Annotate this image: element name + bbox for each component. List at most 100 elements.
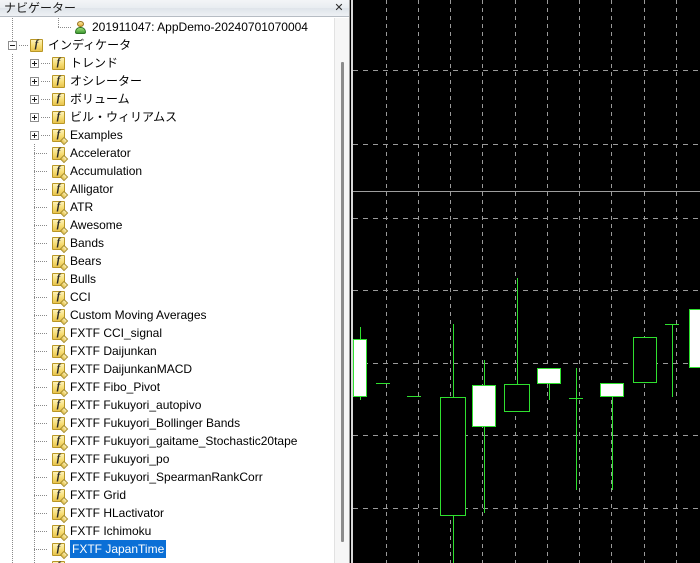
tree-item-indicator[interactable]: FXTF Fibo_Pivot xyxy=(0,378,335,396)
tree-item-indicator[interactable]: FXTF Fukuyori_po xyxy=(0,450,335,468)
tree-connector-vertical xyxy=(12,432,13,450)
expand-icon[interactable] xyxy=(30,95,39,104)
candle-body xyxy=(689,309,700,368)
user-account-icon xyxy=(74,21,87,34)
price-level-line xyxy=(353,191,700,192)
vertical-scrollbar[interactable] xyxy=(334,18,349,563)
chart-gridline-vertical xyxy=(515,0,516,563)
expand-icon[interactable] xyxy=(30,113,39,122)
custom-indicator-icon xyxy=(52,380,65,394)
app-window: ナビゲーター ✕ 201911047: AppDemo-202407010700… xyxy=(0,0,700,563)
chart-gridline-vertical xyxy=(547,0,548,563)
tree-item-indicator[interactable]: FXTF Fukuyori_autopivo xyxy=(0,396,335,414)
indicator-label: FXTF Fukuyori_SpearmanRankCorr xyxy=(70,470,263,484)
tree-connector-horizontal xyxy=(34,351,48,352)
tree-group-トレンド[interactable]: トレンド xyxy=(0,54,335,72)
tree-item-indicator[interactable]: FXTF DaijunkanMACD xyxy=(0,360,335,378)
candle-body xyxy=(633,337,657,383)
tree-item-indicator[interactable]: FXTF HLactivator xyxy=(0,504,335,522)
candle-wick xyxy=(484,360,485,513)
tree-item-indicator[interactable]: Bulls xyxy=(0,270,335,288)
tree-item-account[interactable]: 201911047: AppDemo-20240701070004 xyxy=(0,18,335,36)
custom-indicator-icon xyxy=(52,218,65,232)
chart-gridline-horizontal xyxy=(353,290,700,291)
expand-icon[interactable] xyxy=(30,77,39,86)
tree-group-ボリューム[interactable]: ボリューム xyxy=(0,90,335,108)
candle-body xyxy=(569,398,583,399)
navigator-tree-container[interactable]: 201911047: AppDemo-20240701070004 インディケータ… xyxy=(0,18,349,563)
indicator-label: Custom Moving Averages xyxy=(70,308,207,322)
tree-connector-horizontal xyxy=(41,99,51,100)
custom-indicator-icon xyxy=(52,470,65,484)
tree-item-indicator[interactable]: FXTF Daijunkan xyxy=(0,342,335,360)
function-icon xyxy=(30,38,43,52)
tree-connector-horizontal xyxy=(34,495,48,496)
tree-group-オシレーター[interactable]: オシレーター xyxy=(0,72,335,90)
tree-item-indicator[interactable]: FXTF Fukuyori_Bollinger Bands xyxy=(0,414,335,432)
indicator-label: Bulls xyxy=(70,272,97,286)
function-icon xyxy=(52,56,65,70)
tree-group-ビル・ウィリアムス[interactable]: ビル・ウィリアムス xyxy=(0,108,335,126)
navigator-title: ナビゲーター xyxy=(4,1,77,15)
custom-indicator-icon xyxy=(52,272,65,286)
tree-item-indicators-root[interactable]: インディケータ xyxy=(0,36,335,54)
expand-icon[interactable] xyxy=(30,131,39,140)
tree-item-indicator[interactable]: Custom Moving Averages xyxy=(0,306,335,324)
tree-item-indicator[interactable]: Bears xyxy=(0,252,335,270)
indicator-label: FXTF Fukuyori_autopivo xyxy=(70,398,202,412)
tree-connector-vertical xyxy=(12,522,13,540)
tree-connector-horizontal xyxy=(34,513,48,514)
tree-item-indicator[interactable]: FXTF Ichimoku xyxy=(0,522,335,540)
indicator-label: FXTF Fukuyori_po xyxy=(70,452,170,466)
candle-body xyxy=(407,396,421,397)
candle-body xyxy=(472,385,496,427)
custom-indicator-icon xyxy=(52,164,65,178)
collapse-icon[interactable] xyxy=(8,41,17,50)
tree-connector-horizontal xyxy=(34,225,48,226)
chart-gridline-vertical xyxy=(418,0,419,563)
indicator-label: CCI xyxy=(70,290,91,304)
tree-connector-vertical xyxy=(34,558,35,563)
tree-item-indicator-partial[interactable] xyxy=(0,558,335,563)
tree-item-indicator[interactable]: FXTF CCI_signal xyxy=(0,324,335,342)
price-chart[interactable] xyxy=(351,0,700,563)
tree-connector-horizontal xyxy=(34,477,48,478)
tree-item-indicator[interactable]: Accumulation xyxy=(0,162,335,180)
tree-group-Examples[interactable]: Examples xyxy=(0,126,335,144)
tree-connector-vertical xyxy=(12,252,13,270)
tree-item-indicator[interactable]: ATR xyxy=(0,198,335,216)
tree-connector-vertical xyxy=(58,18,59,28)
candle-body xyxy=(440,397,466,516)
chart-gridline-vertical xyxy=(579,0,580,563)
tree-connector-horizontal xyxy=(19,45,29,46)
tree-connector-horizontal xyxy=(34,549,48,550)
tree-item-indicator[interactable]: Awesome xyxy=(0,216,335,234)
tree-connector-vertical xyxy=(12,144,13,162)
tree-connector-vertical xyxy=(12,486,13,504)
tree-item-indicator[interactable]: Accelerator xyxy=(0,144,335,162)
function-icon xyxy=(52,92,65,106)
tree-item-indicator[interactable]: FXTF Fukuyori_gaitame_Stochastic20tape xyxy=(0,432,335,450)
tree-connector-horizontal xyxy=(34,261,48,262)
tree-item-indicator[interactable]: Bands xyxy=(0,234,335,252)
tree-connector-horizontal xyxy=(41,63,51,64)
custom-indicator-icon xyxy=(52,290,65,304)
tree-item-indicator[interactable]: CCI xyxy=(0,288,335,306)
account-label: 201911047: AppDemo-20240701070004 xyxy=(92,20,308,34)
close-icon[interactable]: ✕ xyxy=(332,0,346,16)
tree-group-label: Examples xyxy=(70,128,123,142)
candle-body xyxy=(353,339,367,397)
candle-body xyxy=(600,383,624,397)
tree-item-indicator[interactable]: FXTF Grid xyxy=(0,486,335,504)
candle-wick xyxy=(672,324,673,397)
chart-gridline-horizontal xyxy=(353,70,700,71)
tree-item-indicator[interactable]: FXTF Fukuyori_SpearmanRankCorr xyxy=(0,468,335,486)
tree-item-indicator[interactable]: Alligator xyxy=(0,180,335,198)
expand-icon[interactable] xyxy=(30,59,39,68)
scrollbar-thumb[interactable] xyxy=(341,62,344,542)
tree-item-indicator[interactable]: FXTF JapanTime xyxy=(0,540,335,558)
tree-connector-vertical xyxy=(12,450,13,468)
navigator-panel: ナビゲーター ✕ 201911047: AppDemo-202407010700… xyxy=(0,0,350,563)
chart-plot-area[interactable] xyxy=(353,0,700,563)
custom-indicator-icon xyxy=(52,236,65,250)
